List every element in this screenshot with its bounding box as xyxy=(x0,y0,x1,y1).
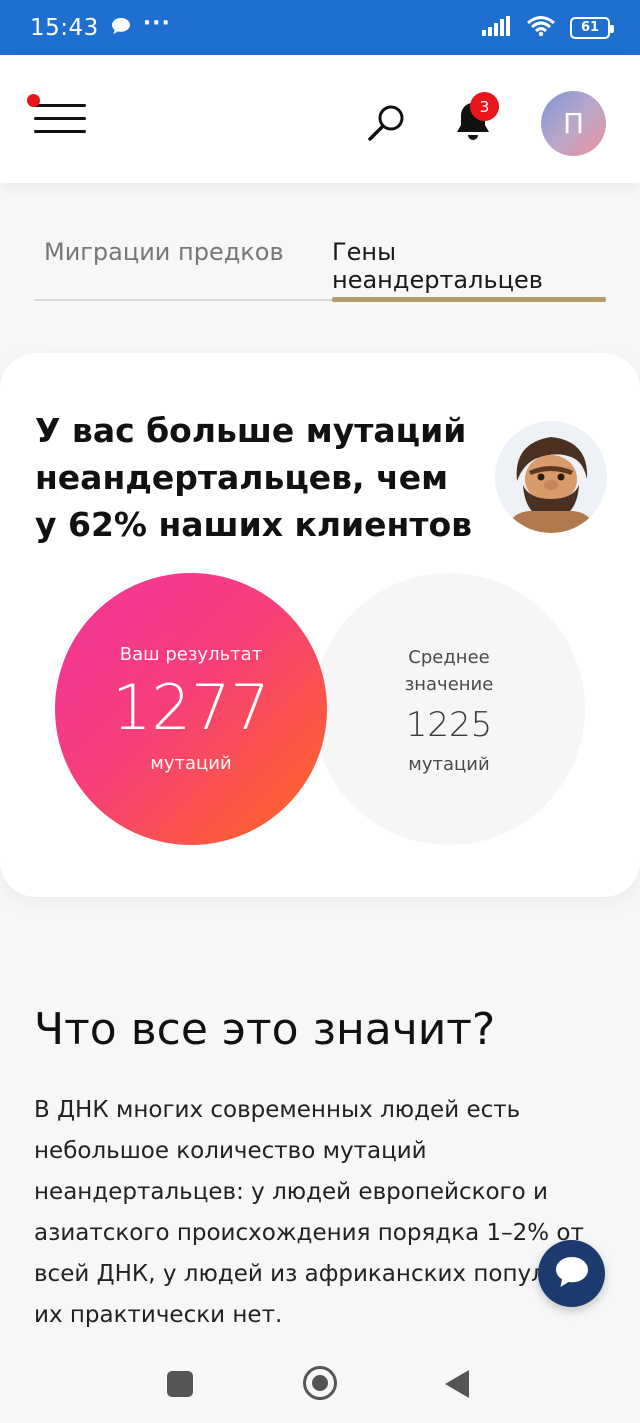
your-result-value: 1277 xyxy=(112,671,270,744)
result-card: У вас больше мутаций неандертальцев, чем… xyxy=(0,353,640,897)
user-avatar[interactable]: П xyxy=(541,91,606,156)
notification-count-badge: 3 xyxy=(470,92,499,121)
status-overflow-dots: ··· xyxy=(142,11,171,36)
status-right: 61 xyxy=(482,15,614,41)
your-result-label: Ваш результат xyxy=(119,644,263,665)
search-icon xyxy=(365,105,409,149)
status-time: 15:43 xyxy=(30,14,99,41)
wifi-icon xyxy=(526,15,556,41)
signal-icon xyxy=(482,15,512,40)
tab-active-indicator xyxy=(332,297,606,302)
home-circle-icon[interactable] xyxy=(303,1366,337,1400)
your-result-circle: Ваш результат 1277 мутаций xyxy=(55,573,327,845)
explanation-title: Что все это значит? xyxy=(34,1004,496,1055)
search-button[interactable] xyxy=(365,101,409,145)
back-triangle-icon[interactable] xyxy=(445,1370,469,1398)
bell-icon xyxy=(452,103,494,149)
explanation-body: В ДНК многих современных людей есть небо… xyxy=(34,1097,606,1328)
status-left: 15:43 ··· xyxy=(30,11,171,41)
result-headline: У вас больше мутаций неандертальцев, чем… xyxy=(35,411,473,544)
menu-button[interactable] xyxy=(26,94,88,139)
your-result-unit: мутаций xyxy=(150,753,232,774)
app-header: 3 П xyxy=(0,55,640,183)
recents-square-icon[interactable] xyxy=(167,1371,193,1397)
tabs: Миграции предков Гены неандертальцев xyxy=(34,230,606,302)
average-unit: мутаций xyxy=(408,753,490,775)
system-nav-bar xyxy=(0,1346,640,1423)
neanderthal-avatar-icon xyxy=(495,421,607,533)
average-value: 1225 xyxy=(405,704,493,745)
tab-ancestor-migrations[interactable]: Миграции предков xyxy=(34,230,332,302)
chat-notification-icon xyxy=(111,17,131,39)
tab-neanderthal-genes[interactable]: Гены неандертальцев xyxy=(332,230,606,302)
chat-button[interactable] xyxy=(538,1240,605,1307)
menu-notification-dot xyxy=(27,94,40,107)
battery-indicator: 61 xyxy=(570,16,614,39)
average-result-circle: Среднее значение 1225 мутаций xyxy=(313,573,585,845)
status-bar: 15:43 ··· 61 xyxy=(0,0,640,55)
average-label: Среднее значение xyxy=(404,646,494,695)
chat-bubble-icon xyxy=(553,1254,591,1294)
